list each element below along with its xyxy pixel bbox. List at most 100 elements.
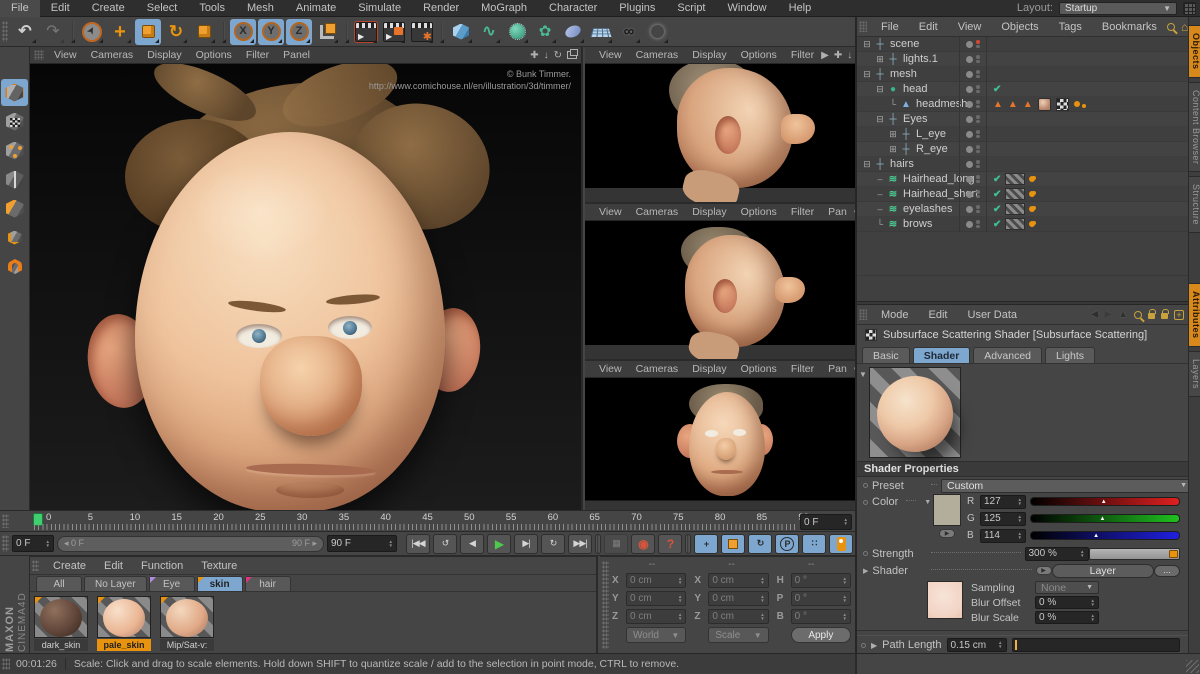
section-header[interactable]: Shader Properties — [857, 461, 1188, 477]
viewport-menu-item[interactable]: Panel — [276, 47, 317, 64]
visibility-toggles[interactable] — [959, 37, 987, 52]
transport-key-pla[interactable]: ∷ — [802, 534, 826, 554]
coord-field[interactable]: 0 cm▲▼ — [708, 573, 768, 588]
object-row[interactable]: ⊞ lights.1 — [857, 52, 1188, 67]
material-Mip/Sat-v:[interactable]: Mip/Sat-v: — [160, 596, 214, 651]
viewport-menu-item[interactable]: Filter — [784, 361, 821, 378]
keyframe-dot-icon[interactable] — [863, 483, 868, 488]
expander-icon[interactable]: ⊞ — [887, 129, 899, 140]
spinner-icon[interactable]: ▲▼ — [844, 518, 848, 526]
tool-lock-z[interactable]: Z — [286, 19, 312, 45]
object-tags[interactable]: ✔ — [993, 82, 1188, 97]
tool-render-view[interactable] — [353, 19, 379, 45]
panel-grip[interactable] — [2, 658, 10, 670]
menu-item[interactable]: Plugins — [608, 0, 666, 17]
menu-item[interactable]: Edit — [40, 0, 81, 17]
object-row[interactable]: ⊞ L_eye — [857, 127, 1188, 142]
channel-slider[interactable]: ▲ — [1030, 531, 1180, 540]
coord-field[interactable]: 0 cm▲▼ — [708, 591, 768, 606]
mode-texture[interactable] — [1, 108, 28, 135]
visibility-toggles[interactable] — [959, 202, 987, 217]
menu-item[interactable]: Animate — [285, 0, 347, 17]
tool-rotate[interactable] — [163, 19, 189, 45]
path-length-input[interactable] — [1012, 638, 1181, 652]
transport-keying-help[interactable]: ? — [658, 534, 682, 554]
collapse-icon[interactable]: ▼ — [859, 370, 867, 379]
keyframe-dot-icon[interactable] — [863, 551, 868, 556]
transport-key-position[interactable]: + — [694, 534, 718, 554]
expander-icon[interactable]: – — [874, 174, 886, 184]
tab-advanced[interactable]: Advanced — [973, 347, 1042, 363]
transport-previous-frame[interactable]: ◀ — [460, 534, 484, 554]
material-thumbnail[interactable] — [160, 596, 214, 638]
preview-range-slider[interactable]: ◂ 0 F 90 F ▸ — [57, 536, 324, 552]
frame-start-field[interactable]: 0 F▲▼ — [12, 535, 54, 552]
snap-magnet[interactable] — [1, 253, 28, 280]
viewport-menu-item[interactable]: View — [592, 204, 629, 221]
menu-item[interactable]: MoGraph — [470, 0, 538, 17]
viewport-menu-item[interactable]: Display — [685, 204, 733, 221]
color-swatch[interactable] — [933, 494, 961, 526]
panel-grip[interactable] — [2, 535, 9, 552]
vtab-structure[interactable]: Structure — [1189, 176, 1200, 233]
transport-play-forwards[interactable]: ▶ — [487, 534, 511, 554]
layer-tab-all[interactable]: All — [36, 576, 82, 591]
am-menu-item[interactable]: Mode — [871, 305, 919, 325]
tool-lock-y[interactable]: Y — [258, 19, 284, 45]
transport-next-frame[interactable]: ▶| — [514, 534, 538, 554]
viewport-menu-item[interactable]: Options — [189, 47, 239, 64]
transport-autokeying[interactable] — [829, 534, 853, 554]
viewport-menu-item[interactable]: Display — [140, 47, 188, 64]
transport-go-to-end[interactable]: ▶▶| — [568, 534, 592, 554]
object-row[interactable]: – Hairhead_short ✔ — [857, 187, 1188, 202]
object-tags[interactable] — [993, 112, 1188, 127]
coord-system-select[interactable]: World▼ — [626, 627, 686, 643]
layer-tab-no-layer[interactable]: No Layer — [84, 576, 147, 591]
coord-field[interactable]: 0 °▲▼ — [791, 591, 851, 606]
object-tags[interactable]: ✔ — [993, 187, 1188, 202]
om-menu-item[interactable]: Bookmarks — [1092, 17, 1167, 37]
blur-scale-field[interactable]: 0 %▲▼ — [1035, 611, 1099, 624]
viewport-canvas[interactable]: © Bunk Timmer. http://www.comichouse.nl/… — [30, 64, 581, 510]
object-tags[interactable] — [993, 142, 1188, 157]
viewport-menu-item[interactable]: Filter — [239, 47, 276, 64]
panel-grip[interactable] — [32, 560, 39, 571]
menu-item[interactable]: Tools — [188, 0, 236, 17]
mode-polygon[interactable] — [1, 195, 28, 222]
channel-value-field[interactable]: 125▲▼ — [980, 512, 1026, 526]
expander-icon[interactable]: ⊟ — [861, 159, 873, 170]
expander-icon[interactable]: ⊟ — [861, 39, 873, 50]
tool-scale-last[interactable] — [191, 19, 217, 45]
material-menu-item[interactable]: Texture — [192, 557, 246, 575]
lock-icon[interactable] — [1161, 313, 1168, 319]
vtab-objects[interactable]: Objects — [1189, 25, 1200, 78]
mode-edge[interactable] — [1, 166, 28, 193]
viewport-canvas[interactable] — [585, 221, 855, 359]
viewport-menu-item[interactable]: Display — [685, 47, 733, 64]
viewport-menu-item[interactable]: Filter — [784, 204, 821, 221]
layout-select[interactable]: Startup ▼ — [1059, 2, 1177, 15]
up-level-icon[interactable]: ▲ — [1118, 309, 1128, 320]
object-row[interactable]: – eyelashes ✔ — [857, 202, 1188, 217]
layer-shader-thumbnail[interactable] — [927, 581, 963, 619]
channel-slider[interactable]: ▲ — [1030, 497, 1180, 506]
viewport-menu-item[interactable]: Cameras — [629, 47, 686, 64]
transport-key-rotation[interactable]: ↻ — [748, 534, 772, 554]
shader-layer-button[interactable]: Layer — [1052, 564, 1155, 578]
viewport-menu-item[interactable]: Pan — [821, 204, 854, 221]
shader-preview[interactable] — [869, 367, 961, 458]
visibility-toggles[interactable] — [959, 142, 987, 157]
pan-icon[interactable]: ✚ — [530, 50, 538, 61]
viewport-menu-item[interactable]: View — [47, 47, 84, 64]
material-dark_skin[interactable]: dark_skin — [34, 596, 88, 651]
viewport-canvas[interactable] — [585, 64, 855, 202]
material-menu-item[interactable]: Create — [44, 557, 95, 575]
material-thumbnail[interactable] — [97, 596, 151, 638]
tool-add-floor[interactable] — [588, 19, 614, 45]
menu-item[interactable]: Character — [538, 0, 608, 17]
object-row[interactable]: └ brows ✔ — [857, 217, 1188, 232]
object-row[interactable]: └ headmesh ▲▲▲ — [857, 97, 1188, 112]
channel-slider[interactable]: ▲ — [1030, 514, 1180, 523]
viewport-canvas[interactable] — [585, 378, 855, 514]
tab-shader[interactable]: Shader — [913, 347, 971, 363]
